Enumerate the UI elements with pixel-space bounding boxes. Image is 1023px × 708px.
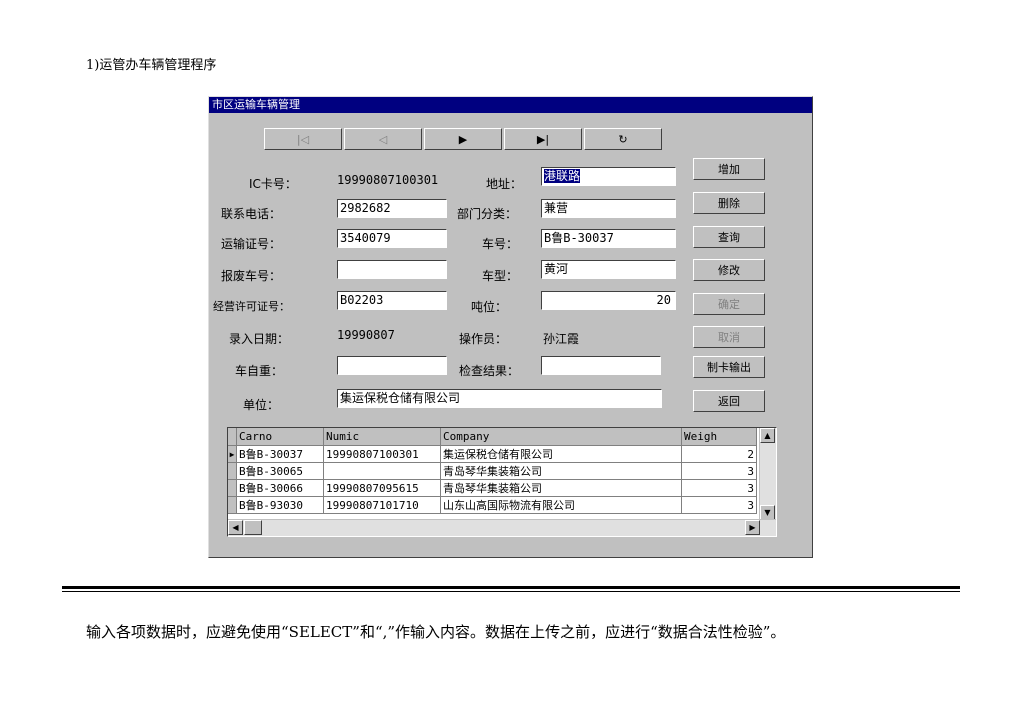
first-record-button[interactable]: |◁ xyxy=(264,128,342,150)
window-title: 市区运输车辆管理 xyxy=(209,97,812,113)
cell-carno: B鲁B-30037 xyxy=(236,445,324,463)
cell-carno: B鲁B-30065 xyxy=(236,462,324,480)
confirm-button[interactable]: 确定 xyxy=(693,293,765,315)
divider-thick xyxy=(62,586,960,589)
tonnage-field[interactable]: 20 xyxy=(541,291,676,310)
divider-thin xyxy=(62,591,960,592)
make-card-button[interactable]: 制卡输出 xyxy=(693,356,765,378)
tonnage-label: 吨位： xyxy=(471,300,508,314)
table-row[interactable]: B鲁B-30066 19990807095615 青岛琴华集装箱公司 3 xyxy=(228,479,757,497)
business-license-field[interactable]: B02203 xyxy=(337,291,447,310)
last-record-button[interactable]: ▶| xyxy=(504,128,582,150)
cell-numic: 19990807095615 xyxy=(323,479,441,497)
cell-company: 集运保税仓储有限公司 xyxy=(440,445,682,463)
vehicle-grid[interactable]: Carno Numic Company Weigh ▶ B鲁B-30037 19… xyxy=(227,427,777,537)
operator-label: 操作员： xyxy=(459,332,508,346)
column-header-numic[interactable]: Numic xyxy=(323,428,441,446)
scrap-plate-label: 报废车号： xyxy=(221,269,282,283)
cell-carno: B鲁B-30066 xyxy=(236,479,324,497)
table-row[interactable]: B鲁B-93030 19990807101710 山东山高国际物流有限公司 3 xyxy=(228,496,757,514)
check-result-field[interactable] xyxy=(541,356,661,375)
cell-numic: 19990807101710 xyxy=(323,496,441,514)
cell-company: 青岛琴华集装箱公司 xyxy=(440,462,682,480)
ic-card-label: IC卡号： xyxy=(249,177,297,191)
ic-card-value: 19990807100301 xyxy=(337,173,439,187)
address-label: 地址： xyxy=(486,177,523,191)
entry-date-label: 录入日期： xyxy=(229,332,290,346)
table-row[interactable]: ▶ B鲁B-30037 19990807100301 集运保税仓储有限公司 2 xyxy=(228,445,757,463)
dept-field[interactable]: 兼营 xyxy=(541,199,676,218)
business-license-label: 经营许可证号： xyxy=(213,300,290,313)
address-value: 港联路 xyxy=(544,169,581,183)
unit-field[interactable]: 集运保税仓储有限公司 xyxy=(337,389,662,408)
back-button[interactable]: 返回 xyxy=(693,390,765,412)
horizontal-scrollbar[interactable]: ◀ ▶ xyxy=(228,519,776,536)
next-record-button[interactable]: ▶ xyxy=(424,128,502,150)
curb-weight-field[interactable] xyxy=(337,356,447,375)
dept-label: 部门分类： xyxy=(457,207,518,221)
grid-header-row: Carno Numic Company Weigh xyxy=(228,428,757,446)
vertical-scrollbar[interactable]: ▲ ▼ xyxy=(759,428,776,520)
address-field[interactable]: 港联路 xyxy=(541,167,676,186)
cell-company: 山东山高国际物流有限公司 xyxy=(440,496,682,514)
cell-weigh: 3 xyxy=(681,462,757,480)
cell-carno: B鲁B-93030 xyxy=(236,496,324,514)
transport-cert-field[interactable]: 3540079 xyxy=(337,229,447,248)
operator-value: 孙江霞 xyxy=(543,332,580,346)
scroll-right-icon[interactable]: ▶ xyxy=(745,520,760,535)
cell-numic: 19990807100301 xyxy=(323,445,441,463)
modify-button[interactable]: 修改 xyxy=(693,259,765,281)
prev-record-button[interactable]: ◁ xyxy=(344,128,422,150)
cell-company: 青岛琴华集装箱公司 xyxy=(440,479,682,497)
curb-weight-label: 车自重： xyxy=(235,364,284,378)
scrap-plate-field[interactable] xyxy=(337,260,447,279)
plate-label: 车号： xyxy=(482,237,519,251)
usage-note: 输入各项数据时，应避免使用“SELECT”和“,”作输入内容。数据在上传之前，应… xyxy=(86,623,786,641)
cell-numic xyxy=(323,462,441,480)
transport-cert-label: 运输证号： xyxy=(221,237,282,251)
cell-weigh: 3 xyxy=(681,496,757,514)
add-button[interactable]: 增加 xyxy=(693,158,765,180)
vehicle-management-window: 市区运输车辆管理 |◁ ◁ ▶ ▶| ↻ IC卡号： 1999080710030… xyxy=(208,96,813,558)
query-button[interactable]: 查询 xyxy=(693,226,765,248)
table-row[interactable]: B鲁B-30065 青岛琴华集装箱公司 3 xyxy=(228,462,757,480)
column-header-weigh[interactable]: Weigh xyxy=(681,428,757,446)
delete-button[interactable]: 删除 xyxy=(693,192,765,214)
cell-weigh: 2 xyxy=(681,445,757,463)
check-result-label: 检查结果： xyxy=(459,364,520,378)
phone-label: 联系电话： xyxy=(221,207,282,221)
cancel-button[interactable]: 取消 xyxy=(693,326,765,348)
phone-field[interactable]: 2982682 xyxy=(337,199,447,218)
record-navigator: |◁ ◁ ▶ ▶| ↻ xyxy=(264,128,664,150)
model-field[interactable]: 黄河 xyxy=(541,260,676,279)
scroll-down-icon[interactable]: ▼ xyxy=(760,505,775,520)
model-label: 车型： xyxy=(482,269,519,283)
document-heading: 1)运管办车辆管理程序 xyxy=(86,58,217,73)
column-header-company[interactable]: Company xyxy=(440,428,682,446)
entry-date-value: 19990807 xyxy=(337,328,395,342)
scroll-thumb[interactable] xyxy=(244,520,262,535)
current-row-indicator-icon: ▶ xyxy=(228,445,237,463)
scroll-left-icon[interactable]: ◀ xyxy=(228,520,243,535)
cell-weigh: 3 xyxy=(681,479,757,497)
unit-label: 单位： xyxy=(243,398,280,412)
column-header-carno[interactable]: Carno xyxy=(236,428,324,446)
plate-field[interactable]: B鲁B-30037 xyxy=(541,229,676,248)
scroll-up-icon[interactable]: ▲ xyxy=(760,428,775,443)
refresh-button[interactable]: ↻ xyxy=(584,128,662,150)
